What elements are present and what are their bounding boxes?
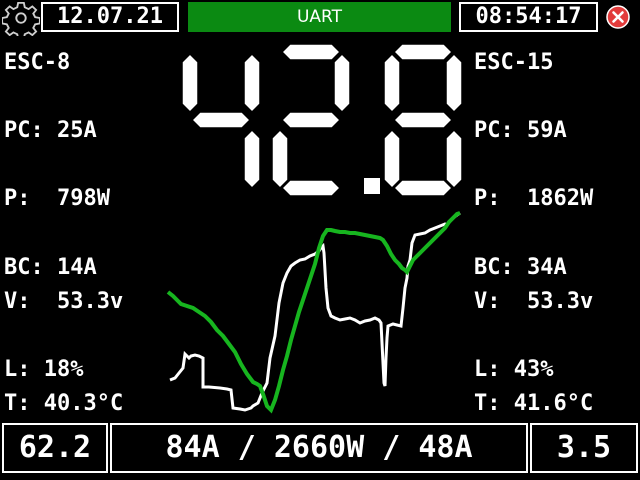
bottom-right-readout: 3.5 <box>530 423 638 473</box>
right-battery-current: BC: 34A <box>474 255 567 280</box>
left-esc-name: ESC-8 <box>4 50 71 75</box>
segment-g <box>280 111 342 129</box>
digit <box>181 52 261 190</box>
main-speed-display <box>181 43 463 197</box>
bottom-left-readout: 62.2 <box>2 423 108 473</box>
segment-b <box>445 52 463 114</box>
segment-c <box>243 128 261 190</box>
right-phase-current: PC: 59A <box>474 118 567 143</box>
decimal-point <box>364 178 380 194</box>
segment-c <box>445 128 463 190</box>
segment-d <box>392 179 454 197</box>
green-trace <box>166 211 461 414</box>
white-trace <box>169 211 461 412</box>
right-temperature: T: 41.6°C <box>474 391 594 416</box>
segment-b <box>243 52 261 114</box>
close-icon[interactable] <box>606 5 630 29</box>
left-phase-current: PC: 25A <box>4 118 97 143</box>
date-display: 12.07.21 <box>41 2 179 32</box>
left-temperature: T: 40.3°C <box>4 391 124 416</box>
right-power: P: 1862W <box>474 186 594 211</box>
left-load: L: 18% <box>4 357 84 382</box>
gear-icon[interactable] <box>2 2 40 36</box>
segment-g <box>190 111 252 129</box>
right-voltage: V: 53.3v <box>474 289 594 314</box>
segment-e <box>383 128 401 190</box>
telemetry-graph <box>166 211 461 414</box>
segment-d <box>280 179 342 197</box>
segment-e <box>271 128 289 190</box>
segment-a <box>280 43 342 61</box>
time-display: 08:54:17 <box>459 2 598 32</box>
right-load: L: 43% <box>474 357 554 382</box>
digit <box>271 43 351 197</box>
segment-g <box>392 111 454 129</box>
segment-f <box>181 52 199 114</box>
left-battery-current: BC: 14A <box>4 255 97 280</box>
left-voltage: V: 53.3v <box>4 289 124 314</box>
left-power: P: 798W <box>4 186 110 211</box>
bottom-center-readout: 84A / 2660W / 48A <box>110 423 528 473</box>
digit <box>383 43 463 197</box>
segment-b <box>333 52 351 114</box>
segment-f <box>383 52 401 114</box>
right-esc-name: ESC-15 <box>474 50 554 75</box>
mode-indicator[interactable]: UART <box>188 2 451 32</box>
segment-a <box>392 43 454 61</box>
